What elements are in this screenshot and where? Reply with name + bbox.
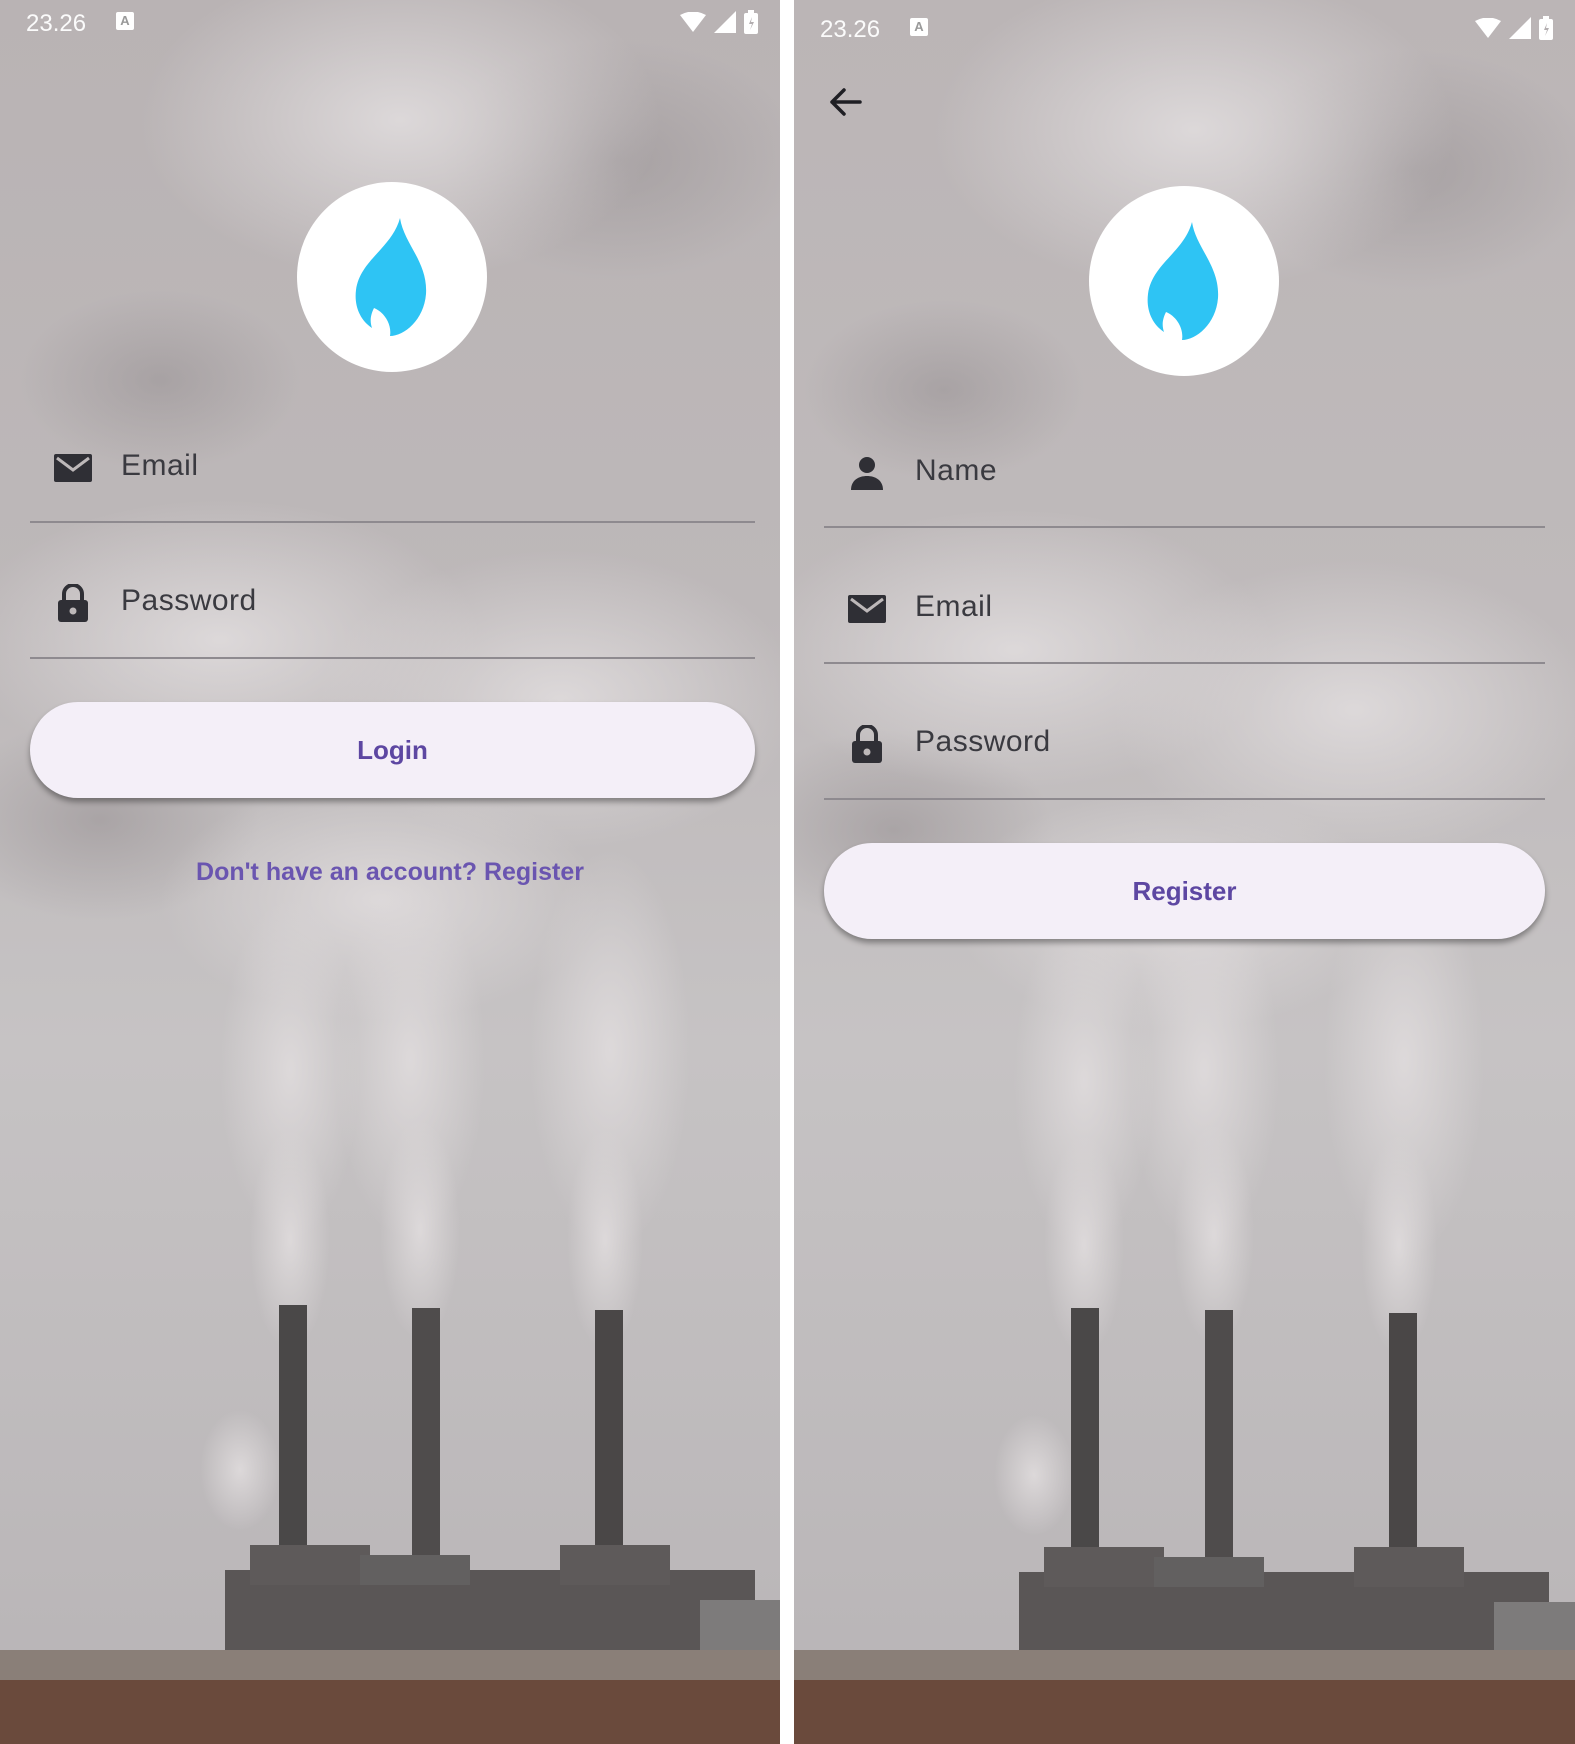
register-button[interactable]: Register <box>824 843 1545 939</box>
wifi-icon <box>680 12 706 32</box>
notification-icon: A <box>116 12 134 30</box>
status-icons <box>680 10 758 34</box>
email-label: Email <box>121 449 199 482</box>
email-field[interactable]: Email <box>30 385 755 523</box>
notification-icon: A <box>910 18 928 36</box>
password-field[interactable]: Password <box>824 662 1545 800</box>
email-field[interactable]: Email <box>824 526 1545 664</box>
wifi-icon <box>1475 18 1501 38</box>
lock-icon <box>848 725 886 763</box>
login-button[interactable]: Login <box>30 702 755 798</box>
person-icon <box>848 454 886 492</box>
status-time: 23.26 <box>26 10 87 37</box>
password-label: Password <box>121 584 257 617</box>
signal-icon <box>714 11 736 33</box>
name-field[interactable]: Name <box>824 390 1545 528</box>
flame-icon <box>355 218 427 336</box>
register-screen: 23.26 A Name Email Password Register <box>794 0 1575 1744</box>
back-arrow-icon[interactable] <box>824 80 868 124</box>
status-time: 23.26 <box>820 16 881 43</box>
battery-icon <box>744 10 758 34</box>
status-bar: 23.26 A <box>0 0 780 48</box>
name-label: Name <box>915 454 998 487</box>
status-bar: 23.26 A <box>794 0 1575 48</box>
email-label: Email <box>915 590 993 623</box>
login-screen: 23.26 A Email Password Login Don't have … <box>0 0 780 1744</box>
battery-icon <box>1539 16 1553 40</box>
app-logo <box>297 182 487 372</box>
password-field[interactable]: Password <box>30 521 755 659</box>
app-logo <box>1089 186 1279 376</box>
register-link[interactable]: Don't have an account? Register <box>0 858 780 887</box>
envelope-icon <box>848 590 886 628</box>
status-icons <box>1475 16 1553 40</box>
envelope-icon <box>54 449 92 487</box>
flame-icon <box>1147 222 1219 340</box>
password-label: Password <box>915 725 1051 758</box>
lock-icon <box>54 584 92 622</box>
signal-icon <box>1509 17 1531 39</box>
